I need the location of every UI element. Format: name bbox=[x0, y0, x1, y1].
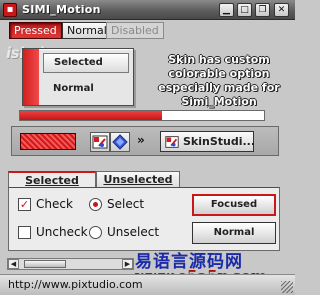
normal-button[interactable]: Normal bbox=[192, 222, 276, 244]
progress-fill bbox=[20, 111, 162, 120]
disabled-state-button: Disabled bbox=[106, 22, 164, 39]
skinstudio-label: SkinStudi... bbox=[183, 135, 256, 148]
scroll-thumb[interactable] bbox=[24, 260, 66, 268]
scroll-right-icon[interactable]: ▶ bbox=[122, 259, 133, 269]
toolbar-overflow-chevron[interactable]: » bbox=[137, 133, 145, 147]
toolbar: » SkinStudi... bbox=[11, 126, 279, 156]
scroll-left-icon[interactable]: ◀ bbox=[8, 259, 19, 269]
list-item-selected[interactable]: Selected bbox=[43, 53, 129, 73]
skinstudio-icon bbox=[165, 136, 179, 148]
unselect-radio[interactable] bbox=[89, 226, 102, 239]
focused-button[interactable]: Focused bbox=[192, 194, 276, 216]
skin-tool-button[interactable] bbox=[90, 132, 110, 152]
diamond-icon bbox=[112, 134, 128, 150]
resize-grip-icon[interactable] bbox=[281, 281, 293, 293]
paint-tool-icon bbox=[92, 135, 108, 149]
uncheck-checkbox[interactable] bbox=[18, 226, 31, 239]
status-bar: http://www.pixtudio.com bbox=[0, 274, 295, 295]
close-icon[interactable]: ✕ bbox=[274, 3, 289, 17]
title-bar[interactable]: ▪ SIMI_Motion ▁ □ ❐ ✕ bbox=[0, 0, 295, 20]
tab-panel: ✓ Check Select Uncheck Unselect Focused … bbox=[8, 187, 280, 251]
horizontal-scrollbar[interactable]: ◀ ▶ bbox=[7, 258, 134, 270]
select-radio[interactable] bbox=[89, 198, 102, 211]
window-title: SIMI_Motion bbox=[22, 3, 101, 16]
tab-selected-label: Selected bbox=[25, 174, 79, 187]
app-icon[interactable]: ▪ bbox=[3, 3, 17, 17]
list-panel: Selected Normal bbox=[22, 48, 134, 106]
pressed-state-button[interactable]: Pressed bbox=[9, 22, 62, 39]
select-label: Select bbox=[107, 197, 145, 211]
check-checkbox[interactable]: ✓ bbox=[18, 198, 31, 211]
list-item-normal[interactable]: Normal bbox=[53, 83, 94, 94]
progress-bar bbox=[19, 110, 265, 121]
diamond-tool-button[interactable] bbox=[110, 132, 130, 152]
status-url[interactable]: http://www.pixtudio.com bbox=[8, 278, 143, 291]
skin-info-text: Skin has custom colorable option especia… bbox=[158, 53, 280, 108]
skinstudio-button[interactable]: SkinStudi... bbox=[160, 131, 256, 152]
maximize-icon[interactable]: □ bbox=[237, 3, 252, 17]
normal-state-button[interactable]: Normal bbox=[62, 22, 112, 39]
list-accent-bar bbox=[23, 49, 39, 105]
restore-icon[interactable]: ❐ bbox=[255, 3, 270, 17]
check-label: Check bbox=[36, 197, 73, 211]
pattern-button[interactable] bbox=[20, 133, 76, 150]
uncheck-label: Uncheck bbox=[36, 225, 88, 239]
minimize-icon[interactable]: ▁ bbox=[219, 3, 234, 17]
unselect-label: Unselect bbox=[107, 225, 160, 239]
radio-selected-dot bbox=[93, 202, 98, 207]
tab-unselected-label: Unselected bbox=[103, 173, 173, 186]
